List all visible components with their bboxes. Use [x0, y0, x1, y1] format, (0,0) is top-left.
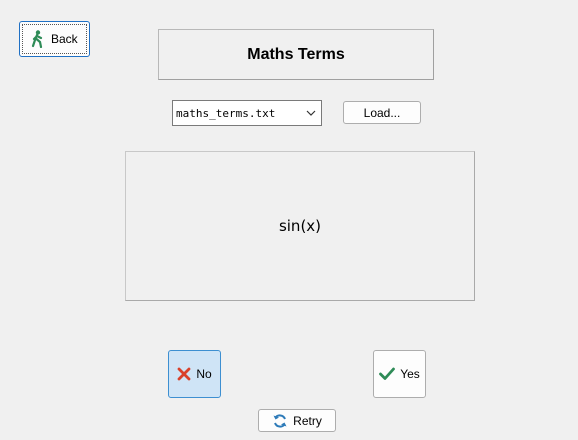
no-button[interactable]: No: [168, 350, 221, 398]
walking-person-icon: [31, 30, 45, 48]
term-text: sin(x): [278, 217, 322, 235]
file-dropdown-value: maths_terms.txt: [176, 106, 276, 120]
refresh-icon: [272, 413, 288, 429]
red-x-icon: [177, 367, 191, 381]
chevron-down-icon: [305, 107, 317, 119]
back-label: Back: [51, 32, 78, 46]
yes-button[interactable]: Yes: [373, 350, 426, 398]
retry-label: Retry: [293, 413, 322, 428]
green-check-icon: [379, 367, 396, 381]
yes-label: Yes: [400, 367, 420, 381]
no-label: No: [196, 367, 212, 381]
file-dropdown[interactable]: maths_terms.txt: [172, 100, 322, 126]
page-title-text: Maths Terms: [247, 45, 345, 63]
load-label: Load...: [363, 105, 401, 120]
back-button[interactable]: Back: [19, 21, 90, 57]
retry-button[interactable]: Retry: [258, 409, 336, 432]
page-title: Maths Terms: [158, 29, 434, 80]
term-card: sin(x): [125, 151, 475, 301]
load-button[interactable]: Load...: [343, 101, 421, 124]
